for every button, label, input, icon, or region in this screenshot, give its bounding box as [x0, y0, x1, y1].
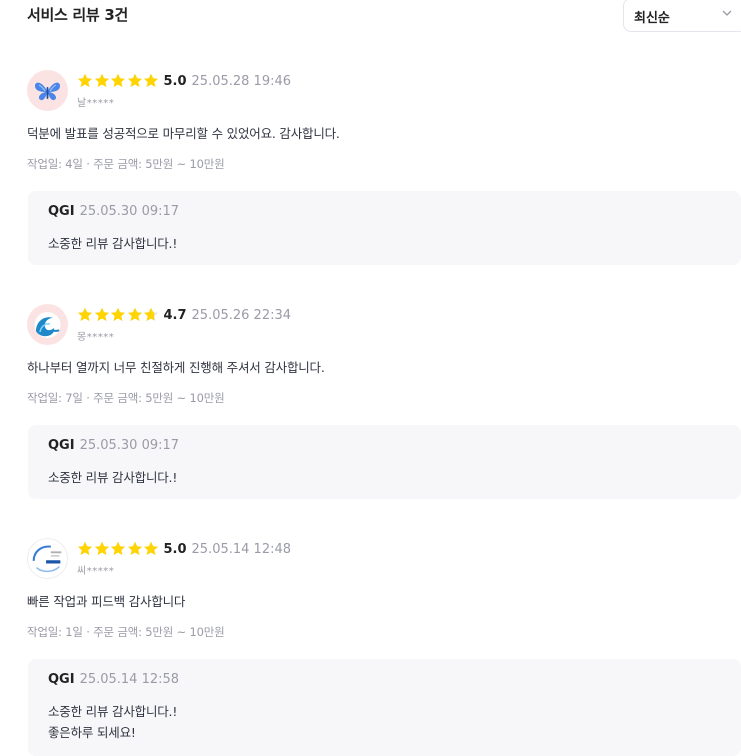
seller-reply: QGI 25.05.30 09:17 소중한 리뷰 감사합니다.!	[28, 425, 741, 499]
star-icon	[144, 307, 158, 321]
reply-author: QGI	[48, 672, 75, 687]
reply-date: 25.05.14 12:58	[79, 672, 180, 687]
star-icon	[127, 73, 142, 87]
reviewer-nickname: 씨*****	[77, 566, 115, 577]
reviewer-avatar	[27, 538, 68, 579]
reviewer-nickname: 몽*****	[77, 332, 115, 343]
review-text: 덕분에 발표를 성공적으로 마무리할 수 있었어요. 감사합니다.	[27, 126, 340, 141]
star-icon	[78, 307, 92, 321]
rating-row: 4.7 25.05.26 22:34	[77, 306, 291, 324]
chevron-down-icon	[722, 10, 732, 16]
star-icon	[78, 541, 92, 555]
seller-reply: QGI 25.05.30 09:17 소중한 리뷰 감사합니다.!	[28, 191, 741, 265]
reviewer-avatar	[27, 70, 68, 111]
reply-text: 소중한 리뷰 감사합니다.! 좋은하루 되세요!	[48, 704, 178, 740]
star-icon	[94, 541, 109, 555]
star-icon	[94, 73, 109, 87]
star-icon	[111, 541, 125, 555]
rating-score: 5.0	[163, 73, 187, 89]
star-icon	[144, 73, 158, 87]
reviews-header: 서비스 리뷰 3건 최신순	[0, 0, 741, 34]
star-rating	[77, 73, 160, 89]
reviews-title: 서비스 리뷰 3건	[27, 6, 128, 24]
sort-dropdown[interactable]: 최신순	[623, 0, 741, 32]
reviewer-avatar	[27, 304, 68, 345]
rating-score: 5.0	[163, 541, 187, 557]
review-text: 하나부터 열까지 너무 친절하게 진행해 주셔서 감사합니다.	[27, 360, 325, 375]
star-icon	[78, 73, 92, 87]
star-icon	[111, 307, 125, 321]
review-meta: 작업일: 1일 · 주문 금액: 5만원 ~ 10만원	[27, 625, 225, 639]
star-icon	[127, 541, 142, 555]
company-logo-icon	[32, 545, 62, 573]
reply-text: 소중한 리뷰 감사합니다.!	[48, 236, 178, 251]
rating-row: 5.0 25.05.14 12:48	[77, 540, 291, 558]
reply-date: 25.05.30 09:17	[79, 438, 180, 453]
reply-author: QGI	[48, 438, 75, 453]
star-icon	[127, 307, 142, 321]
rating-row: 5.0 25.05.28 19:46	[77, 72, 291, 90]
review-meta: 작업일: 4일 · 주문 금액: 5만원 ~ 10만원	[27, 157, 225, 171]
star-icon	[94, 307, 109, 321]
review-date: 25.05.28 19:46	[191, 73, 292, 89]
star-icon	[144, 541, 158, 555]
sort-selected-label: 최신순	[634, 11, 670, 26]
star-rating	[77, 307, 160, 323]
reply-author: QGI	[48, 204, 75, 219]
seller-reply: QGI 25.05.14 12:58 소중한 리뷰 감사합니다.! 좋은하루 되…	[28, 659, 741, 756]
reviewer-nickname: 날*****	[77, 98, 115, 109]
review-text: 빠른 작업과 피드백 감사합니다	[27, 594, 186, 609]
review-meta: 작업일: 7일 · 주문 금액: 5만원 ~ 10만원	[27, 391, 225, 405]
reply-text: 소중한 리뷰 감사합니다.!	[48, 470, 178, 485]
review-date: 25.05.26 22:34	[191, 307, 292, 323]
wave-icon	[34, 312, 61, 338]
star-icon	[111, 73, 125, 87]
butterfly-icon	[35, 82, 60, 101]
rating-score: 4.7	[163, 307, 187, 323]
reply-date: 25.05.30 09:17	[79, 204, 180, 219]
star-rating	[77, 541, 160, 557]
review-date: 25.05.14 12:48	[191, 541, 292, 557]
